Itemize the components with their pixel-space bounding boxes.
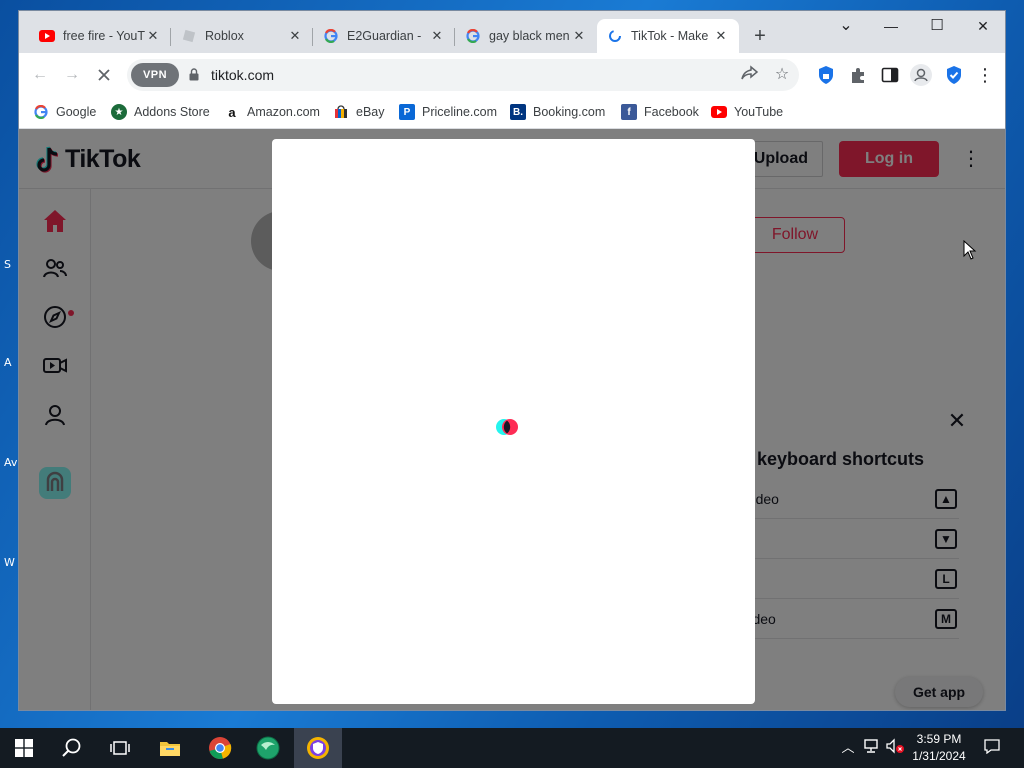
vpn-badge[interactable]: VPN [131, 63, 179, 87]
start-button[interactable] [0, 728, 48, 768]
stop-loading-button[interactable] [92, 63, 116, 87]
login-modal [272, 139, 755, 704]
tab-title: free fire - YouTube [63, 29, 145, 43]
amazon-icon: a [228, 104, 236, 120]
google-icon [323, 28, 339, 44]
tab-title: Roblox [205, 29, 244, 43]
tab-search-button[interactable]: ⌄ [823, 11, 869, 41]
tab-strip: free fire - YouTube ✕ Roblox ✕ E2Guardia… [19, 11, 1005, 53]
bookmark-star-icon[interactable]: ☆ [772, 65, 792, 85]
vpn-app-button[interactable] [294, 728, 342, 768]
share-icon[interactable] [740, 65, 760, 85]
close-tab-icon[interactable]: ✕ [713, 28, 729, 44]
chrome-icon [209, 737, 232, 759]
google-icon [465, 28, 481, 44]
desktop-icon-label[interactable]: W [4, 556, 15, 569]
minimize-button[interactable]: — [868, 11, 914, 41]
profile-icon [914, 68, 928, 82]
security-shield-icon[interactable] [944, 65, 964, 85]
youtube-icon [39, 28, 55, 44]
volume-muted-icon[interactable] [885, 738, 905, 758]
task-view-button[interactable] [96, 728, 144, 768]
task-view-icon [110, 741, 130, 755]
address-bar[interactable]: VPN tiktok.com ☆ [127, 59, 799, 91]
bookmark-label: Amazon.com [247, 105, 320, 119]
new-tab-button[interactable]: + [749, 25, 771, 47]
close-tab-icon[interactable]: ✕ [287, 28, 303, 44]
close-window-button[interactable]: ✕ [960, 11, 1005, 41]
chrome-menu-button[interactable]: ⋮ [973, 63, 997, 87]
booking-icon: B. [510, 104, 526, 120]
bookmark-addons-store[interactable]: ★ Addons Store [111, 104, 210, 120]
network-icon[interactable] [861, 738, 881, 758]
puzzle-extensions-icon[interactable] [848, 65, 868, 85]
bookmark-label: eBay [356, 105, 385, 119]
close-tab-icon[interactable]: ✕ [571, 28, 587, 44]
browser-app-button[interactable] [244, 728, 292, 768]
tab-google-search[interactable]: gay black men ✕ [455, 19, 597, 53]
browser-toolbar: ← → VPN tiktok.com ☆ ⋮ [19, 53, 1005, 97]
vpn-extension-icon[interactable] [816, 65, 836, 85]
action-center-icon[interactable] [982, 738, 1002, 758]
chrome-taskbar-button[interactable] [196, 728, 244, 768]
tab-title: gay black men [489, 29, 570, 43]
bookmark-amazon[interactable]: a Amazon.com [224, 104, 320, 120]
tab-roblox[interactable]: Roblox ✕ [171, 19, 313, 53]
maximize-button[interactable]: ☐ [914, 11, 960, 41]
tab-tiktok[interactable]: TikTok - Make ✕ [597, 19, 739, 53]
desktop-icon-label[interactable]: S [4, 258, 11, 271]
taskbar-clock[interactable]: 3:59 PM 1/31/2024 [908, 731, 970, 765]
priceline-icon: P [399, 104, 415, 120]
bookmark-label: Facebook [644, 105, 699, 119]
bookmark-ebay[interactable]: eBay [333, 104, 385, 120]
bookmark-priceline[interactable]: P Priceline.com [399, 104, 497, 120]
tray-overflow-icon[interactable]: ︿ [838, 738, 858, 758]
tiktok-page: TikTok Upload Log in ⋮ Follow ✕ ing keyb… [19, 129, 1005, 710]
forward-button[interactable]: → [60, 63, 84, 87]
bookmark-label: Google [56, 105, 97, 119]
windows-logo-icon [15, 739, 33, 757]
youtube-icon [711, 104, 727, 120]
chrome-window: free fire - YouTube ✕ Roblox ✕ E2Guardia… [18, 10, 1006, 711]
close-tab-icon[interactable]: ✕ [145, 28, 161, 44]
loading-spinner-icon [496, 419, 518, 435]
tiktok-loading-icon [607, 28, 623, 44]
tab-title: E2Guardian - [347, 29, 422, 43]
file-explorer-button[interactable] [146, 728, 194, 768]
ebay-icon [333, 104, 349, 120]
desktop-icon-label[interactable]: Av [4, 456, 17, 469]
bookmark-label: Booking.com [533, 105, 606, 119]
mouse-cursor-icon [963, 240, 977, 260]
facebook-icon: f [621, 104, 637, 120]
addons-icon: ★ [111, 104, 127, 120]
tab-title: TikTok - Make [631, 29, 709, 43]
roblox-icon [181, 28, 197, 44]
google-icon [33, 104, 49, 120]
bookmark-youtube[interactable]: YouTube [711, 104, 783, 120]
search-button[interactable] [48, 728, 96, 768]
bookmark-facebook[interactable]: f Facebook [621, 104, 699, 120]
folder-icon [160, 742, 180, 756]
windows-taskbar: ︿ 3:59 PM 1/31/2024 [0, 728, 1024, 768]
tab-e2guardian[interactable]: E2Guardian - ✕ [313, 19, 455, 53]
desktop-icon-label[interactable]: A [4, 356, 12, 369]
globe-app-icon [256, 736, 280, 760]
profile-avatar[interactable] [910, 64, 932, 86]
url-text[interactable]: tiktok.com [211, 67, 274, 83]
bookmark-label: YouTube [734, 105, 784, 119]
clock-date: 1/31/2024 [912, 749, 966, 763]
lock-icon[interactable] [189, 68, 199, 81]
bookmark-label: Priceline.com [422, 105, 498, 119]
tab-youtube[interactable]: free fire - YouTube ✕ [29, 19, 171, 53]
search-icon [62, 738, 81, 757]
clock-time: 3:59 PM [916, 732, 962, 746]
bookmarks-bar: Google ★ Addons Store a Amazon.com eBay … [19, 97, 1005, 129]
close-tab-icon[interactable]: ✕ [429, 28, 445, 44]
back-button[interactable]: ← [28, 63, 52, 87]
bookmark-google[interactable]: Google [33, 104, 96, 120]
bookmark-label: Addons Store [134, 105, 210, 119]
bookmark-booking[interactable]: B. Booking.com [510, 104, 605, 120]
side-panel-icon[interactable] [880, 65, 900, 85]
vpn-shield-app-icon [307, 737, 329, 759]
